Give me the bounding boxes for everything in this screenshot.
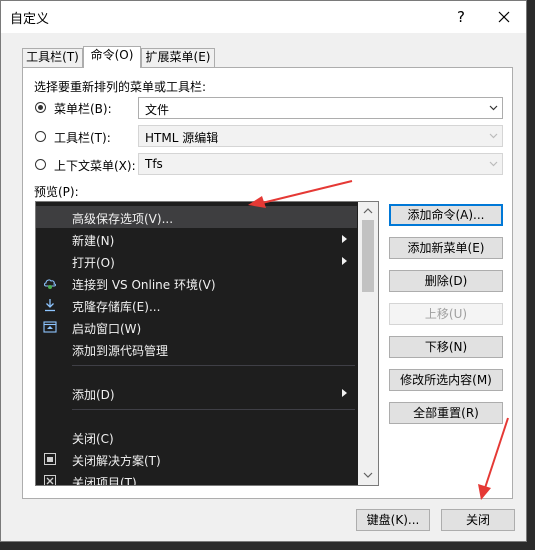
menu-item-close[interactable]: 关闭(C) xyxy=(36,426,357,448)
tab-extension-menus[interactable]: 扩展菜单(E) xyxy=(141,48,215,67)
menu-item-start-window[interactable]: 启动窗口(W) xyxy=(36,316,357,338)
menu-bar-combo[interactable]: 文件 xyxy=(138,97,503,119)
context-menu-combo-value: Tfs xyxy=(145,157,163,171)
menu-item-new[interactable]: 新建(N) xyxy=(36,228,357,250)
menu-item-label: 克隆存储库(E)... xyxy=(72,300,161,314)
menu-item-label: 高级保存选项(V)... xyxy=(72,212,174,226)
close-solution-icon xyxy=(44,453,56,465)
submenu-arrow-icon xyxy=(342,389,347,397)
help-button[interactable]: ? xyxy=(448,5,474,29)
menu-item-label: 连接到 VS Online 环境(V) xyxy=(72,278,216,292)
menu-item-label: 添加(D) xyxy=(72,388,115,402)
chevron-down-icon xyxy=(489,161,498,167)
window-title: 自定义 xyxy=(10,12,50,27)
menu-item-open[interactable]: 打开(O) xyxy=(36,250,357,272)
submenu-arrow-icon xyxy=(342,257,347,265)
menu-separator xyxy=(72,409,355,410)
modify-selection-button[interactable]: 修改所选内容(M) xyxy=(389,369,503,391)
add-new-menu-button[interactable]: 添加新菜单(E) xyxy=(389,237,503,259)
move-down-button[interactable]: 下移(N) xyxy=(389,336,503,358)
submenu-arrow-icon xyxy=(342,235,347,243)
customize-dialog: 自定义 ? 工具栏(T) 命令(O) 扩展菜单(E) 选择要重新排列的菜单或工具… xyxy=(0,0,527,542)
menu-item-label: 添加到源代码管理 xyxy=(72,344,169,358)
menu-item-label: 新建(N) xyxy=(72,234,115,248)
tab-commands[interactable]: 命令(O) xyxy=(83,46,141,68)
menu-item-label: 关闭(C) xyxy=(72,432,114,446)
menu-item-label: 关闭项目(T) xyxy=(72,476,137,486)
menu-item-label: 关闭解决方案(T) xyxy=(72,454,161,468)
menu-item-close-solution[interactable]: 关闭解决方案(T) xyxy=(36,448,357,470)
radio-toolbar[interactable] xyxy=(35,131,46,142)
toolbar-combo[interactable]: HTML 源编辑 xyxy=(138,125,503,147)
title-bar: 自定义 ? xyxy=(1,1,526,33)
close-window-button[interactable] xyxy=(490,4,518,30)
close-project-icon xyxy=(44,475,56,485)
menu-item-add-to-source-control[interactable]: 添加到源代码管理 xyxy=(36,338,357,360)
preview-label: 预览(P): xyxy=(34,185,79,199)
context-menu-combo[interactable]: Tfs xyxy=(138,153,503,175)
cloud-connect-icon xyxy=(44,279,56,289)
context-menu-label: 上下文菜单(X): xyxy=(54,159,136,173)
menu-item-label: 启动窗口(W) xyxy=(72,322,142,336)
chevron-down-icon xyxy=(489,105,498,111)
menu-bar-combo-value: 文件 xyxy=(145,103,170,117)
preview-menu-list[interactable]: 高级保存选项(V)... 新建(N) 打开(O) 连接到 VS Online 环… xyxy=(35,201,379,486)
chevron-down-icon xyxy=(489,133,498,139)
tab-toolbars[interactable]: 工具栏(T) xyxy=(22,48,83,67)
menu-item-add[interactable]: 添加(D) xyxy=(36,382,357,404)
move-up-button[interactable]: 上移(U) xyxy=(389,303,503,325)
commands-panel: 选择要重新排列的菜单或工具栏: 菜单栏(B): 文件 工具栏(T): HTML … xyxy=(22,67,513,499)
chevron-up-icon[interactable] xyxy=(363,207,373,214)
scrollbar-thumb[interactable] xyxy=(362,220,374,292)
download-icon xyxy=(45,299,55,312)
menu-item-clone-repo[interactable]: 克隆存储库(E)... xyxy=(36,294,357,316)
menu-item-connect-vs-online[interactable]: 连接到 VS Online 环境(V) xyxy=(36,272,357,294)
menu-item-advanced-save[interactable]: 高级保存选项(V)... xyxy=(36,206,357,228)
close-icon xyxy=(498,11,510,23)
menu-separator xyxy=(72,365,355,366)
chevron-down-icon[interactable] xyxy=(363,472,373,479)
radio-context-menu[interactable] xyxy=(35,159,46,170)
close-button[interactable]: 关闭 xyxy=(441,509,515,531)
menu-bar-label: 菜单栏(B): xyxy=(54,102,112,116)
delete-button[interactable]: 删除(D) xyxy=(389,270,503,292)
menu-item-close-project[interactable]: 关闭项目(T) xyxy=(36,470,357,486)
toolbar-combo-value: HTML 源编辑 xyxy=(145,131,219,145)
menu-item-label: 打开(O) xyxy=(72,256,115,270)
keyboard-button[interactable]: 键盘(K)... xyxy=(356,509,430,531)
start-window-icon xyxy=(43,321,57,333)
choose-menu-label: 选择要重新排列的菜单或工具栏: xyxy=(34,80,207,94)
add-command-button[interactable]: 添加命令(A)... xyxy=(389,204,503,226)
preview-scrollbar[interactable] xyxy=(358,202,378,485)
reset-all-button[interactable]: 全部重置(R) xyxy=(389,402,503,424)
toolbar-label: 工具栏(T): xyxy=(54,131,111,145)
radio-menu-bar[interactable] xyxy=(35,102,46,113)
